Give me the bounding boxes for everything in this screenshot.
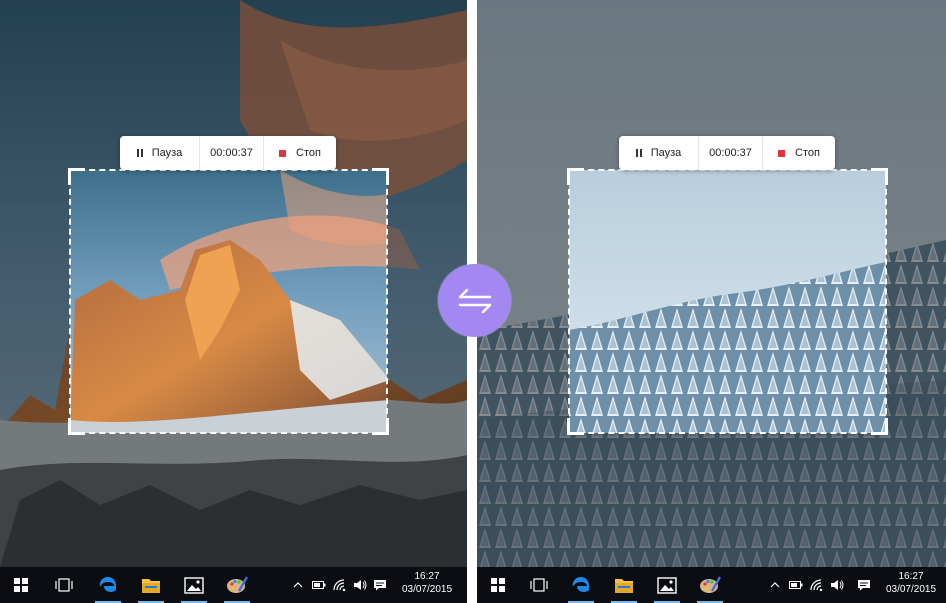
resize-handle-top-right[interactable] (372, 168, 389, 185)
pause-button[interactable]: Пауза (619, 136, 698, 170)
windows-start-icon[interactable] (5, 567, 37, 603)
stop-icon (778, 149, 786, 157)
volume-icon[interactable] (351, 567, 369, 603)
timer-value: 00:00:37 (210, 147, 253, 159)
resize-handle-top-left[interactable] (68, 168, 85, 185)
capture-frame[interactable] (68, 168, 389, 435)
pause-label: Пауза (151, 147, 183, 159)
left-screen: Пауза 00:00:37 Стоп 16:27 03/07/2015 (0, 0, 467, 603)
wifi-icon[interactable] (808, 567, 826, 603)
clock[interactable]: 16:27 03/07/2015 (397, 570, 457, 596)
photos-icon[interactable] (650, 567, 684, 603)
clock-time: 16:27 (898, 571, 924, 582)
right-screen: Пауза 00:00:37 Стоп 16:27 03/07/2015 (477, 0, 946, 603)
file-explorer-icon[interactable] (134, 567, 168, 603)
edge-browser-icon[interactable] (564, 567, 598, 603)
swap-arrows-icon (458, 288, 491, 313)
volume-icon[interactable] (828, 567, 846, 603)
timer-value: 00:00:37 (709, 147, 752, 159)
clock[interactable]: 16:27 03/07/2015 (881, 570, 941, 596)
resize-handle-bottom-left[interactable] (68, 418, 85, 435)
recording-timer: 00:00:37 (199, 136, 263, 170)
stop-icon (279, 149, 287, 157)
windows-start-icon[interactable] (482, 567, 514, 603)
paint-icon[interactable] (220, 567, 254, 603)
recording-timer: 00:00:37 (698, 136, 762, 170)
resize-handle-bottom-right[interactable] (871, 418, 888, 435)
capture-frame[interactable] (567, 168, 888, 435)
pause-label: Пауза (650, 147, 682, 159)
clock-date: 03/07/2015 (885, 584, 937, 595)
stop-button[interactable]: Стоп (263, 136, 336, 170)
show-hidden-icons-icon[interactable] (290, 567, 306, 603)
clock-time: 16:27 (414, 571, 440, 582)
battery-icon[interactable] (310, 567, 328, 603)
resize-handle-top-left[interactable] (567, 168, 584, 185)
edge-browser-icon[interactable] (91, 567, 125, 603)
file-explorer-icon[interactable] (607, 567, 641, 603)
swap-button[interactable] (438, 264, 511, 337)
resize-handle-bottom-right[interactable] (372, 418, 389, 435)
action-center-icon[interactable] (855, 567, 873, 603)
stop-button[interactable]: Стоп (762, 136, 835, 170)
paint-icon[interactable] (693, 567, 727, 603)
resize-handle-bottom-left[interactable] (567, 418, 584, 435)
recording-toolbar: Пауза 00:00:37 Стоп (619, 136, 835, 170)
stop-label: Стоп (795, 147, 820, 159)
clock-date: 03/07/2015 (401, 584, 453, 595)
pause-icon (136, 149, 143, 157)
battery-icon[interactable] (787, 567, 805, 603)
taskbar: 16:27 03/07/2015 (477, 567, 946, 603)
stop-label: Стоп (296, 147, 321, 159)
task-view-icon[interactable] (523, 567, 555, 603)
wifi-icon[interactable] (331, 567, 349, 603)
resize-handle-top-right[interactable] (871, 168, 888, 185)
action-center-icon[interactable] (371, 567, 389, 603)
photos-icon[interactable] (177, 567, 211, 603)
pause-button[interactable]: Пауза (120, 136, 199, 170)
recording-toolbar: Пауза 00:00:37 Стоп (120, 136, 336, 170)
pause-icon (635, 149, 642, 157)
task-view-icon[interactable] (48, 567, 80, 603)
taskbar: 16:27 03/07/2015 (0, 567, 467, 603)
show-hidden-icons-icon[interactable] (767, 567, 783, 603)
